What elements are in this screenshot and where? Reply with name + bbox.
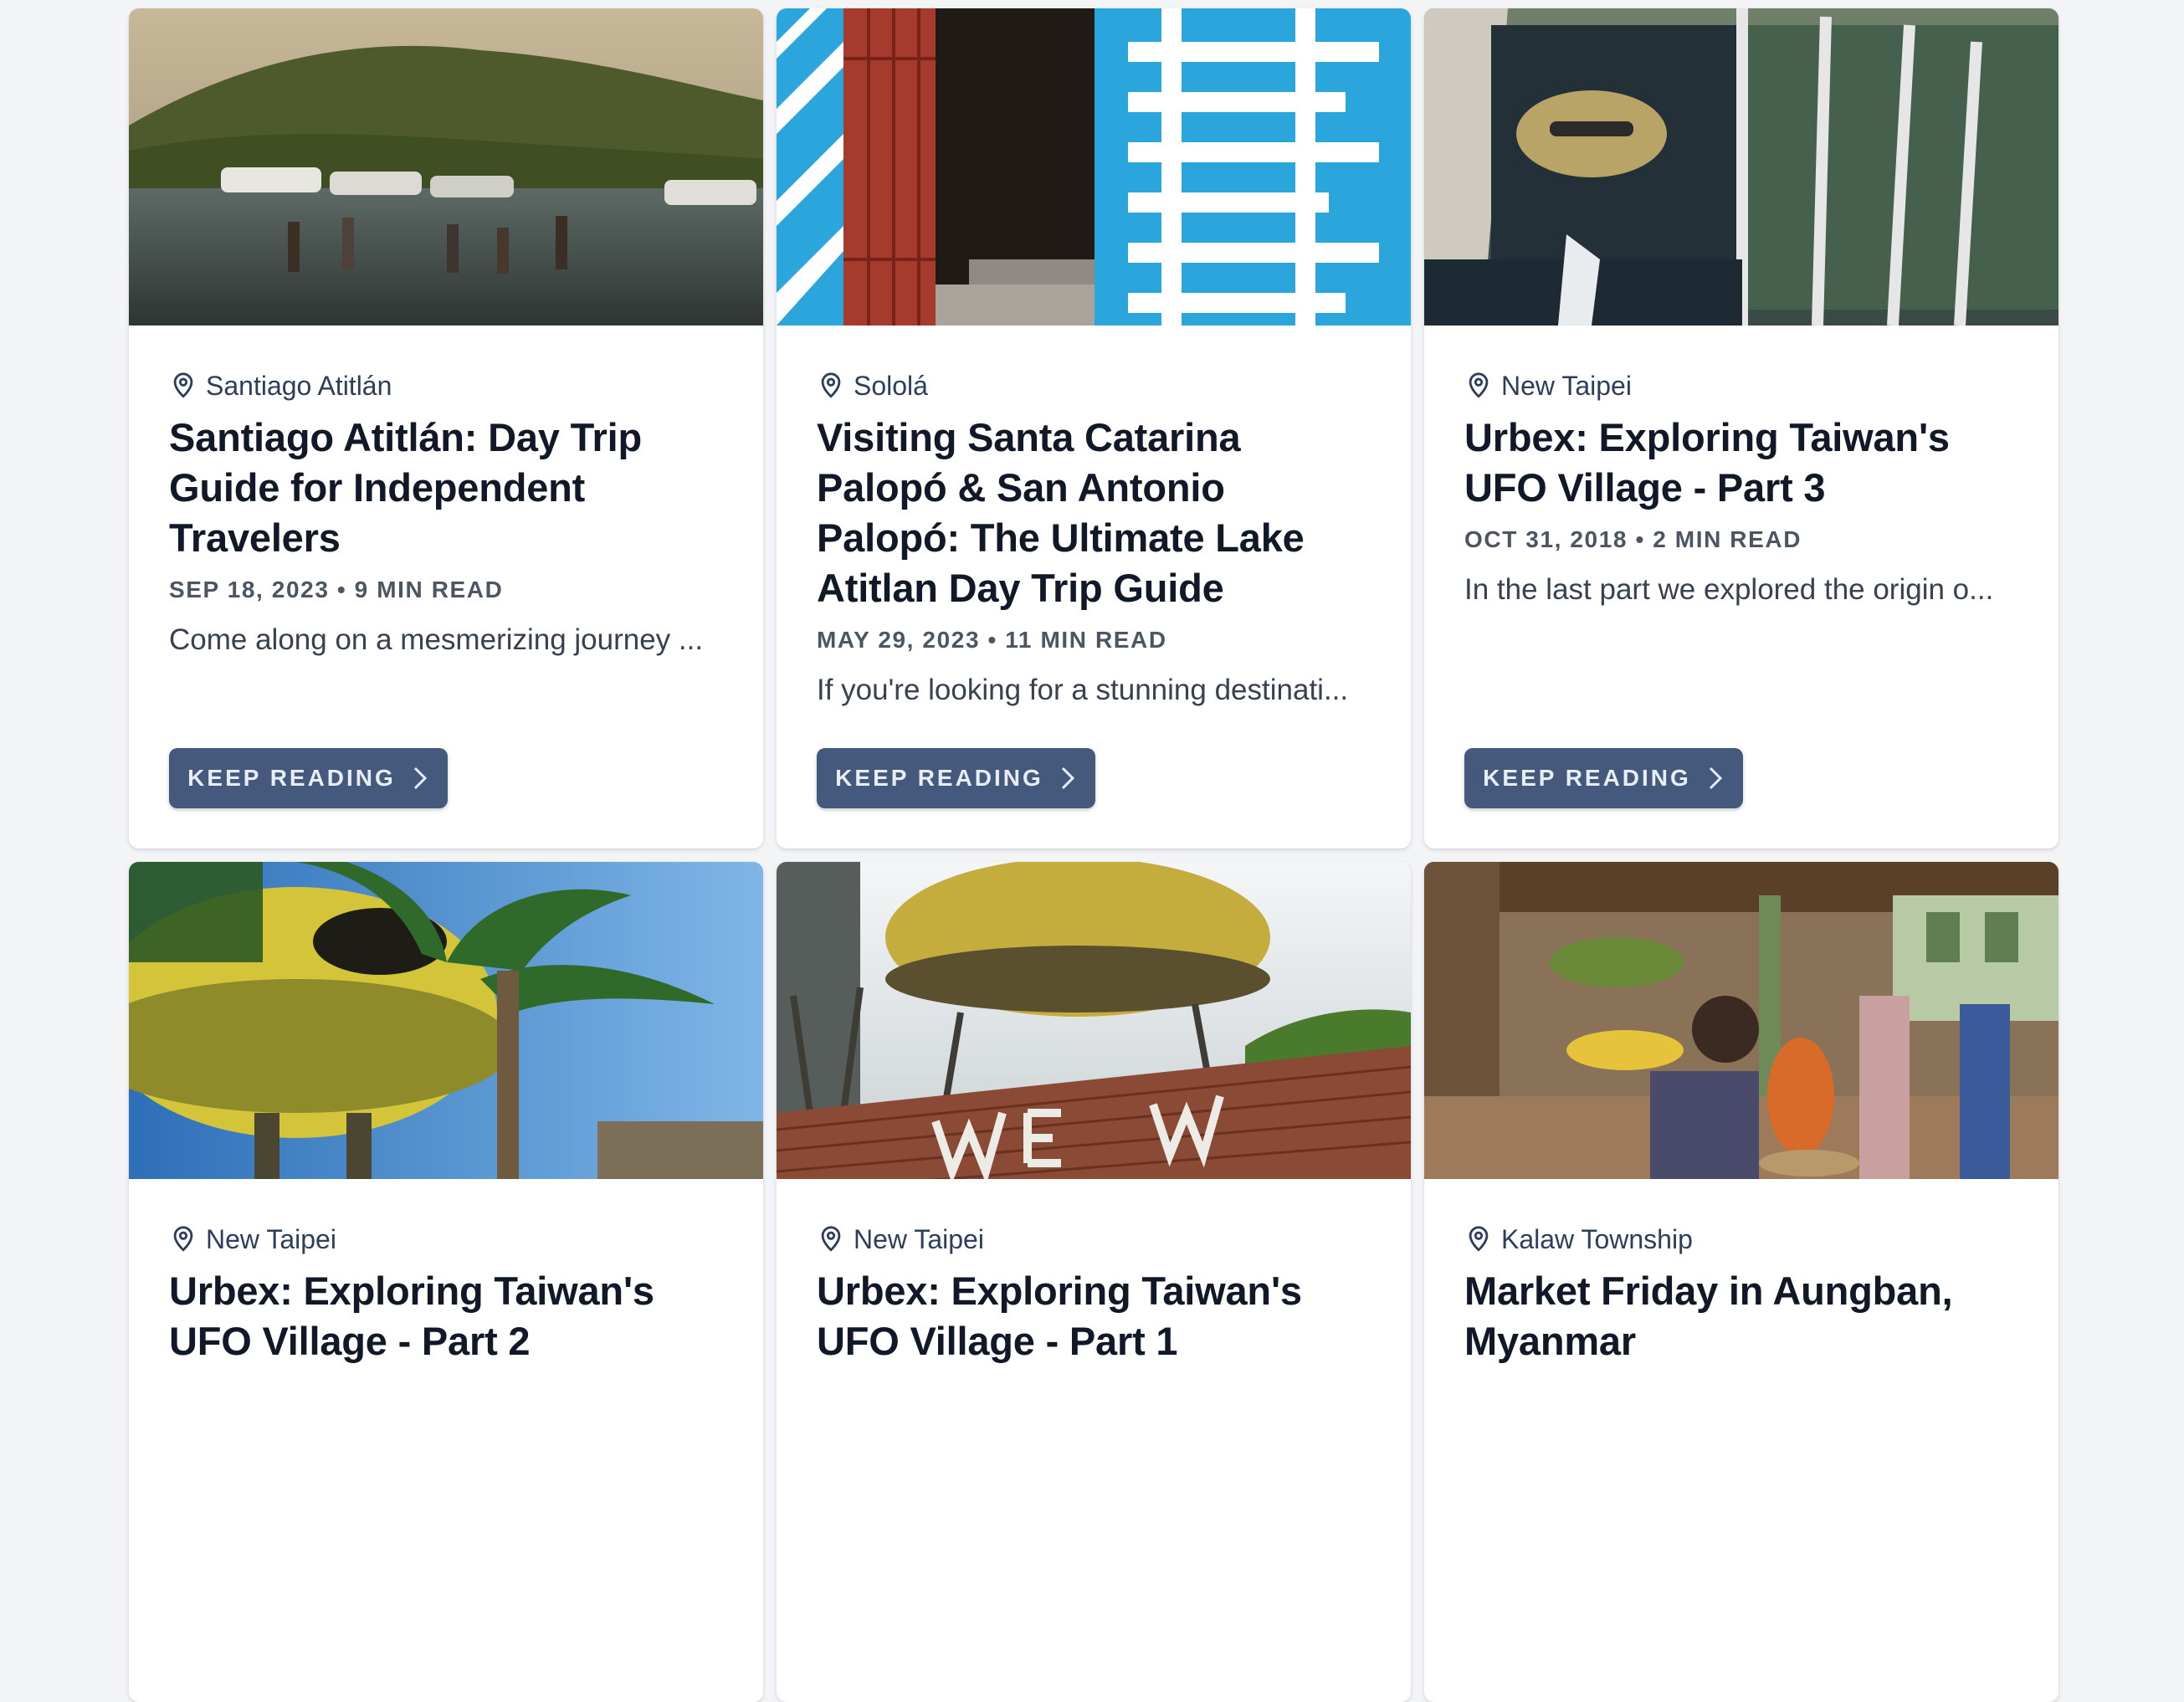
- post-card[interactable]: New Taipei Urbex: Exploring Taiwan's UFO…: [1424, 8, 2058, 848]
- chevron-right-icon: [1709, 766, 1722, 790]
- keep-reading-button[interactable]: KEEP READING: [1464, 748, 1743, 808]
- chevron-right-icon: [1061, 766, 1074, 790]
- post-title[interactable]: Urbex: Exploring Taiwan's UFO Village - …: [817, 1266, 1371, 1366]
- map-pin-icon: [1469, 372, 1489, 398]
- post-location: New Taipei: [1464, 369, 2018, 402]
- keep-reading-label: KEEP READING: [835, 765, 1043, 791]
- post-image-lake-boats[interactable]: [129, 8, 763, 326]
- map-pin-icon: [1469, 1226, 1489, 1252]
- post-image-painted-wall[interactable]: [777, 8, 1411, 326]
- post-location: Santiago Atitlán: [169, 369, 723, 402]
- post-meta: SEP 18, 2023 • 9 MIN READ: [169, 577, 504, 602]
- post-location-label: New Taipei: [854, 1224, 984, 1254]
- post-card[interactable]: New Taipei Urbex: Exploring Taiwan's UFO…: [129, 862, 763, 1702]
- post-title[interactable]: Visiting Santa Catarina Palopó & San Ant…: [817, 413, 1371, 613]
- post-image-ufo-window[interactable]: [1424, 8, 2058, 326]
- post-card[interactable]: Santiago Atitlán Santiago Atitlán: Day T…: [129, 8, 763, 848]
- post-excerpt: If you're looking for a stunning destina…: [817, 674, 1349, 706]
- post-location-label: New Taipei: [206, 1224, 336, 1254]
- post-card[interactable]: New Taipei Urbex: Exploring Taiwan's UFO…: [777, 862, 1411, 1702]
- post-card[interactable]: Kalaw Township Market Friday in Aungban,…: [1424, 862, 2058, 1702]
- post-image-ufo-palms[interactable]: [129, 862, 763, 1179]
- keep-reading-label: KEEP READING: [1483, 765, 1691, 791]
- post-title[interactable]: Santiago Atitlán: Day Trip Guide for Ind…: [169, 413, 723, 563]
- post-location-label: Santiago Atitlán: [206, 371, 392, 401]
- map-pin-icon: [821, 1226, 841, 1252]
- post-title[interactable]: Urbex: Exploring Taiwan's UFO Village - …: [1464, 413, 2018, 513]
- post-meta: MAY 29, 2023 • 11 MIN READ: [817, 627, 1167, 653]
- post-title[interactable]: Urbex: Exploring Taiwan's UFO Village - …: [169, 1266, 723, 1366]
- post-location: Sololá: [817, 369, 1371, 402]
- post-excerpt: In the last part we explored the origin …: [1464, 573, 1994, 606]
- post-location: New Taipei: [817, 1223, 1371, 1256]
- keep-reading-button[interactable]: KEEP READING: [169, 748, 448, 808]
- keep-reading-label: KEEP READING: [187, 765, 396, 791]
- map-pin-icon: [173, 1226, 193, 1252]
- post-image-ufo-graffiti-wall[interactable]: [777, 862, 1411, 1179]
- post-location: Kalaw Township: [1464, 1223, 2018, 1256]
- post-location-label: Sololá: [854, 371, 928, 401]
- post-location-label: New Taipei: [1501, 371, 1632, 401]
- post-excerpt: Come along on a mesmerizing journey ...: [169, 623, 704, 656]
- chevron-right-icon: [413, 766, 427, 790]
- post-location-label: Kalaw Township: [1501, 1224, 1693, 1254]
- map-pin-icon: [821, 372, 841, 398]
- post-title[interactable]: Market Friday in Aungban, Myanmar: [1464, 1266, 2018, 1366]
- post-image-market[interactable]: [1424, 862, 2058, 1179]
- map-pin-icon: [173, 372, 193, 398]
- post-location: New Taipei: [169, 1223, 723, 1256]
- post-meta: OCT 31, 2018 • 2 MIN READ: [1464, 526, 1802, 552]
- post-card[interactable]: Sololá Visiting Santa Catarina Palopó & …: [777, 8, 1411, 848]
- post-grid: Santiago Atitlán Santiago Atitlán: Day T…: [129, 8, 2058, 1702]
- keep-reading-button[interactable]: KEEP READING: [817, 748, 1095, 808]
